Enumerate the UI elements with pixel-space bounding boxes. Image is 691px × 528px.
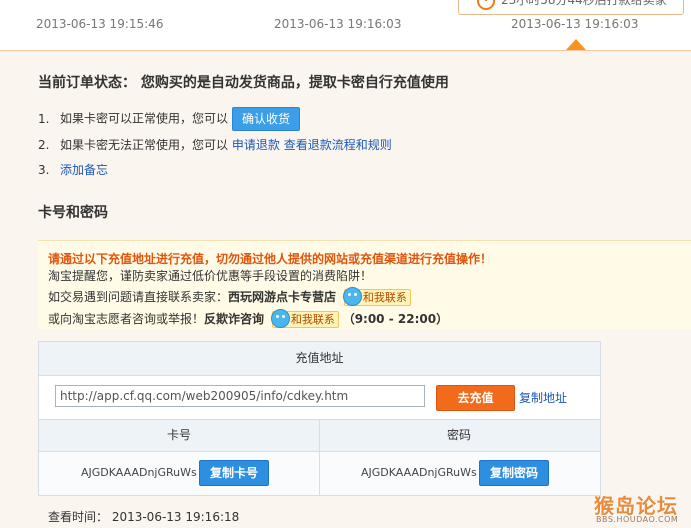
recharge-button[interactable]: 去充值 (436, 385, 515, 411)
countdown-text: 23小时58分44秒后打款给卖家 (501, 0, 667, 7)
seller-prefix: 如交易遇到问题请直接联系卖家： (48, 290, 229, 304)
notice-report: 或向淘宝志愿者咨询或举报！反欺诈咨询 和我联系 （9:00 - 22:00） (48, 309, 449, 328)
apply-refund-link[interactable]: 申请退款 (232, 138, 280, 152)
security-notice: 请通过以下充值地址进行充值，切勿通过他人提供的网站或充值渠道进行充值操作！ 淘宝… (38, 240, 691, 329)
chat-face-icon (342, 287, 362, 306)
step-refund: 2. 如果卡密无法正常使用，您可以 申请退款 查看退款流程和规则 (38, 136, 392, 153)
step-text: 如果卡密无法正常使用，您可以 (60, 138, 229, 152)
notice-tip: 淘宝提醒您，谨防卖家通过低价优惠等手段设置的消费陷阱！ (48, 269, 373, 283)
notice-seller: 如交易遇到问题请直接联系卖家：西玩网游点卡专营店 和我联系 (48, 287, 411, 306)
report-name[interactable]: 反欺诈咨询 (204, 312, 264, 326)
contact-seller-button[interactable]: 和我联系 (342, 287, 411, 306)
step-number: 1. (38, 111, 50, 126)
step-number: 2. (38, 138, 50, 152)
report-prefix: 或向淘宝志愿者咨询或举报！ (48, 312, 205, 326)
chat-face-icon (270, 309, 290, 328)
step-text: 如果卡密可以正常使用，您可以 (60, 111, 229, 126)
notice-warning: 请通过以下充值地址进行充值，切勿通过他人提供的网站或充值渠道进行充值操作！ (48, 252, 493, 266)
card-info-table: 充值地址 去充值 复制地址 卡号 密码 AJGDKAAADnjGRuWs 复制卡… (38, 341, 601, 496)
contact-volunteer-button[interactable]: 和我联系 (270, 309, 339, 328)
refund-rules-link[interactable]: 查看退款流程和规则 (284, 138, 392, 152)
contact-label: 和我联系 (290, 313, 335, 326)
seller-name[interactable]: 西玩网游点卡专营店 (228, 290, 336, 304)
timeline-pointer-icon (566, 39, 586, 50)
clock-icon (477, 0, 495, 10)
url-row: 去充值 复制地址 (39, 376, 600, 420)
timeline-time-2: 2013-06-13 19:16:03 (274, 17, 402, 31)
recharge-url-input[interactable] (55, 385, 425, 407)
timeline-time-3: 2013-06-13 19:16:03 (511, 17, 639, 31)
password-value: AJGDKAAADnjGRuWs (361, 466, 477, 479)
copy-password-button[interactable]: 复制密码 (479, 460, 550, 486)
timeline-bar: 2013-06-13 19:15:46 2013-06-13 19:16:03 … (0, 0, 691, 51)
countdown-box: 23小时58分44秒后打款给卖家 (458, 0, 684, 15)
card-number-label: 卡号 (166, 428, 191, 442)
copy-card-button[interactable]: 复制卡号 (199, 460, 270, 486)
service-hours: （9:00 - 22:00） (342, 312, 449, 326)
card-section-title: 卡号和密码 (38, 205, 108, 221)
copy-url-link[interactable]: 复制地址 (519, 389, 567, 406)
step-memo: 3. 添加备忘 (38, 161, 108, 178)
url-header: 充值地址 (39, 342, 600, 376)
view-time: 查看时间： 2013-06-13 19:16:18 (48, 510, 240, 524)
add-memo-link[interactable]: 添加备忘 (60, 163, 108, 177)
forum-watermark-logo: 猴岛论坛 BBS.HOUDAO.COM (594, 490, 689, 526)
step-confirm: 1. 如果卡密可以正常使用，您可以 确认收货 (38, 107, 301, 131)
contact-label: 和我联系 (362, 291, 407, 304)
confirm-receipt-button[interactable]: 确认收货 (232, 107, 301, 131)
card-number-value: AJGDKAAADnjGRuWs (81, 466, 197, 479)
watermark-sub: BBS.HOUDAO.COM (596, 515, 679, 524)
order-status: 当前订单状态： 您购买的是自动发货商品，提取卡密自行充值使用 (38, 75, 449, 91)
step-number: 3. (38, 163, 50, 177)
timeline-time-1: 2013-06-13 19:15:46 (36, 17, 164, 31)
password-label: 密码 (446, 428, 471, 442)
order-detail-panel: 当前订单状态： 您购买的是自动发货商品，提取卡密自行充值使用 1. 如果卡密可以正… (0, 51, 691, 528)
column-divider (319, 420, 320, 495)
